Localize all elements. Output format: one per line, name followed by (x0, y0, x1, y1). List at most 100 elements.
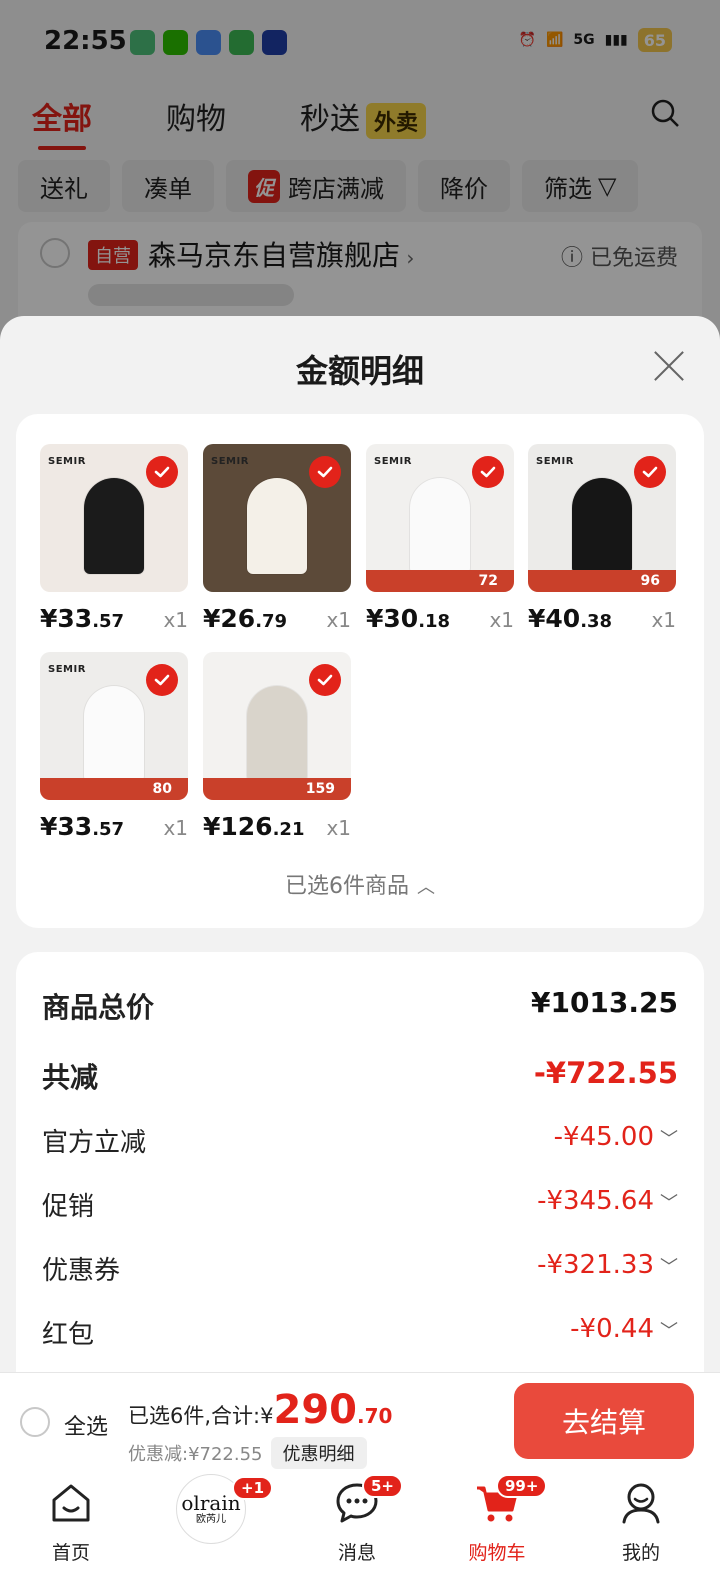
product-item[interactable]: SEMIR ¥26.79 x1 (203, 444, 353, 633)
price-int: ¥30 (366, 604, 419, 633)
price-dec: .38 (580, 611, 613, 632)
product-image: SEMIR 72 (366, 444, 514, 592)
checkmark-icon[interactable] (146, 456, 178, 488)
promo-strip: 159 (203, 778, 351, 800)
price-row: ¥33.57 x1 (40, 604, 190, 638)
brand-mark: SEMIR (536, 456, 574, 467)
product-quantity: x1 (163, 608, 188, 632)
nav-me-label: 我的 (621, 1542, 660, 1564)
brand-logo-text: olrain (181, 1491, 241, 1515)
promotion-label: 促销 (42, 1192, 95, 1222)
product-price: ¥30.18 (366, 604, 450, 633)
product-item[interactable]: SEMIR ¥33.57 x1 (40, 444, 190, 633)
product-price: ¥33.57 (40, 604, 124, 633)
total-discount-label: 共减 (42, 1061, 99, 1094)
brand-mark: SEMIR (48, 664, 86, 675)
product-price: ¥126.21 (203, 812, 304, 841)
bottom-nav: 首页 olrain 欧芮儿 +1 5+ 消息 99+ 购物车 我的 (0, 1470, 720, 1584)
red-packet-label: 红包 (42, 1320, 95, 1350)
product-price: ¥40.38 (528, 604, 612, 633)
coupon-row[interactable]: 优惠券 -¥321.33 ﹀ (42, 1244, 678, 1294)
red-packet-value-wrap: -¥0.44 ﹀ (570, 1314, 678, 1344)
dim-overlay[interactable] (0, 0, 720, 340)
promo-strip: 72 (366, 570, 514, 592)
nav-messages[interactable]: 5+ 消息 (302, 1474, 412, 1580)
brand-badge: +1 (232, 1476, 274, 1500)
coupon-label: 优惠券 (42, 1256, 121, 1286)
promo-strip: 96 (528, 570, 676, 592)
nav-home-label: 首页 (51, 1542, 90, 1564)
chevron-down-icon: ﹀ (660, 1256, 678, 1278)
price-row: ¥30.18 x1 (366, 604, 516, 638)
price-int: ¥33 (40, 604, 93, 633)
promotion-row[interactable]: 促销 -¥345.64 ﹀ (42, 1180, 678, 1230)
price-dec: .18 (418, 611, 451, 632)
checkmark-icon[interactable] (146, 664, 178, 696)
nav-cart[interactable]: 99+ 购物车 (442, 1474, 552, 1580)
price-row: ¥33.57 x1 (40, 812, 190, 846)
checkmark-icon[interactable] (634, 456, 666, 488)
total-amount-dec: .70 (356, 1404, 393, 1428)
price-int: ¥40 (528, 604, 581, 633)
product-item[interactable]: 159 ¥126.21 x1 (203, 652, 353, 841)
product-price: ¥33.57 (40, 812, 124, 841)
official-discount-value: -¥45.00 (553, 1122, 654, 1152)
checkmark-icon[interactable] (472, 456, 504, 488)
product-image: SEMIR (40, 444, 188, 592)
product-price: ¥26.79 (203, 604, 287, 633)
home-icon (52, 1484, 90, 1522)
price-row: ¥126.21 x1 (203, 812, 353, 846)
checkout-button[interactable]: 去结算 (514, 1383, 694, 1459)
product-figure (84, 478, 144, 574)
checkmark-icon[interactable] (309, 664, 341, 696)
brand-mark: SEMIR (374, 456, 412, 467)
brand-logo-subtext: 欧芮儿 (196, 1514, 226, 1525)
user-icon (622, 1483, 660, 1524)
official-discount-row[interactable]: 官方立减 -¥45.00 ﹀ (42, 1116, 678, 1166)
select-all-label[interactable]: 全选 (64, 1409, 108, 1441)
select-all-radio[interactable] (20, 1407, 50, 1437)
nav-me[interactable]: 我的 (586, 1480, 696, 1580)
promo-price: 72 (478, 573, 498, 589)
price-int: ¥26 (203, 604, 256, 633)
total-discount-row: 共减 -¥722.55 (42, 1050, 678, 1100)
discount-line: 优惠减:¥722.55 优惠明细 (128, 1437, 367, 1469)
product-item[interactable]: SEMIR 96 ¥40.38 x1 (528, 444, 678, 633)
red-packet-row[interactable]: 红包 -¥0.44 ﹀ (42, 1308, 678, 1358)
subtotal-value: ¥1013.25 (530, 986, 678, 1019)
product-quantity: x1 (489, 608, 514, 632)
product-image: SEMIR 80 (40, 652, 188, 800)
amount-detail-sheet: 金额明细 SEMIR ¥33.57 x1 SEMIR ¥26.79 x1 SEMIR 72 ¥3… (0, 316, 720, 1372)
product-item[interactable]: SEMIR 80 ¥33.57 x1 (40, 652, 190, 841)
cart-badge: 99+ (496, 1474, 548, 1498)
checkmark-icon[interactable] (309, 456, 341, 488)
nav-home[interactable]: 首页 (16, 1480, 126, 1580)
promotion-value-wrap: -¥345.64 ﹀ (537, 1186, 678, 1216)
product-quantity: x1 (651, 608, 676, 632)
price-row: ¥26.79 x1 (203, 604, 353, 638)
nav-brand[interactable]: olrain 欧芮儿 +1 (156, 1474, 274, 1580)
promo-price: 80 (152, 781, 172, 797)
total-amount-int: 290 (273, 1387, 357, 1433)
discount-detail-button[interactable]: 优惠明细 (270, 1437, 367, 1469)
product-image: SEMIR (203, 444, 351, 592)
brand-mark: SEMIR (48, 456, 86, 467)
selected-count-toggle[interactable]: 已选6件商品 ︿ (16, 868, 704, 900)
promo-price: 96 (640, 573, 660, 589)
product-figure (410, 478, 470, 574)
product-quantity: x1 (163, 816, 188, 840)
price-int: ¥126 (203, 812, 273, 841)
promo-price: 159 (305, 781, 335, 797)
price-dec: .57 (92, 611, 125, 632)
chevron-up-icon: ︿ (417, 877, 435, 898)
subtotal-row: 商品总价 ¥1013.25 (42, 980, 678, 1030)
price-row: ¥40.38 x1 (528, 604, 678, 638)
product-item[interactable]: SEMIR 72 ¥30.18 x1 (366, 444, 516, 633)
product-image: SEMIR 96 (528, 444, 676, 592)
official-discount-label: 官方立减 (42, 1128, 147, 1158)
close-icon[interactable] (650, 346, 690, 386)
chevron-down-icon: ﹀ (660, 1192, 678, 1214)
product-figure (247, 686, 307, 782)
discount-text: 优惠减:¥722.55 (128, 1444, 263, 1465)
price-dec: .79 (255, 611, 288, 632)
